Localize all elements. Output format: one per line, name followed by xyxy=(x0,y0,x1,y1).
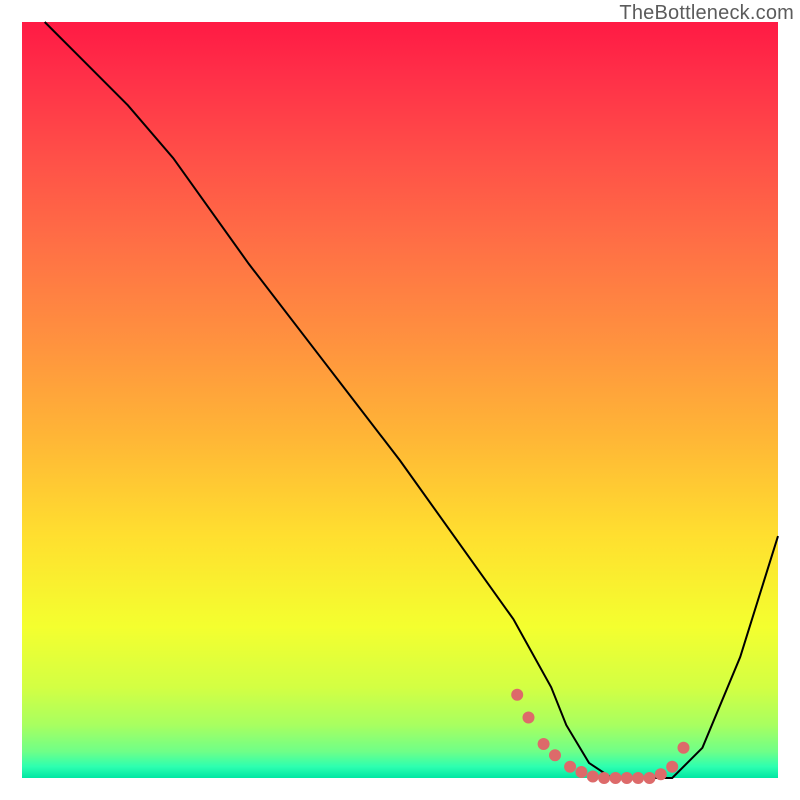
highlight-dot xyxy=(621,772,633,784)
highlight-dot xyxy=(644,772,656,784)
highlight-dot xyxy=(511,689,523,701)
chart-frame: TheBottleneck.com xyxy=(0,0,800,800)
highlight-dot xyxy=(575,766,587,778)
highlight-dot xyxy=(655,768,667,780)
highlight-dot xyxy=(598,772,610,784)
watermark-label: TheBottleneck.com xyxy=(619,2,794,25)
plot-area xyxy=(22,22,778,784)
highlight-dot xyxy=(678,742,690,754)
highlight-dot xyxy=(587,771,599,783)
gradient-background xyxy=(22,22,778,778)
chart-svg xyxy=(0,0,800,800)
highlight-dot xyxy=(538,738,550,750)
highlight-dot xyxy=(523,712,535,724)
highlight-dot xyxy=(666,761,678,773)
highlight-dot xyxy=(632,772,644,784)
highlight-dot xyxy=(564,761,576,773)
highlight-dot xyxy=(549,749,561,761)
highlight-dot xyxy=(610,772,622,784)
